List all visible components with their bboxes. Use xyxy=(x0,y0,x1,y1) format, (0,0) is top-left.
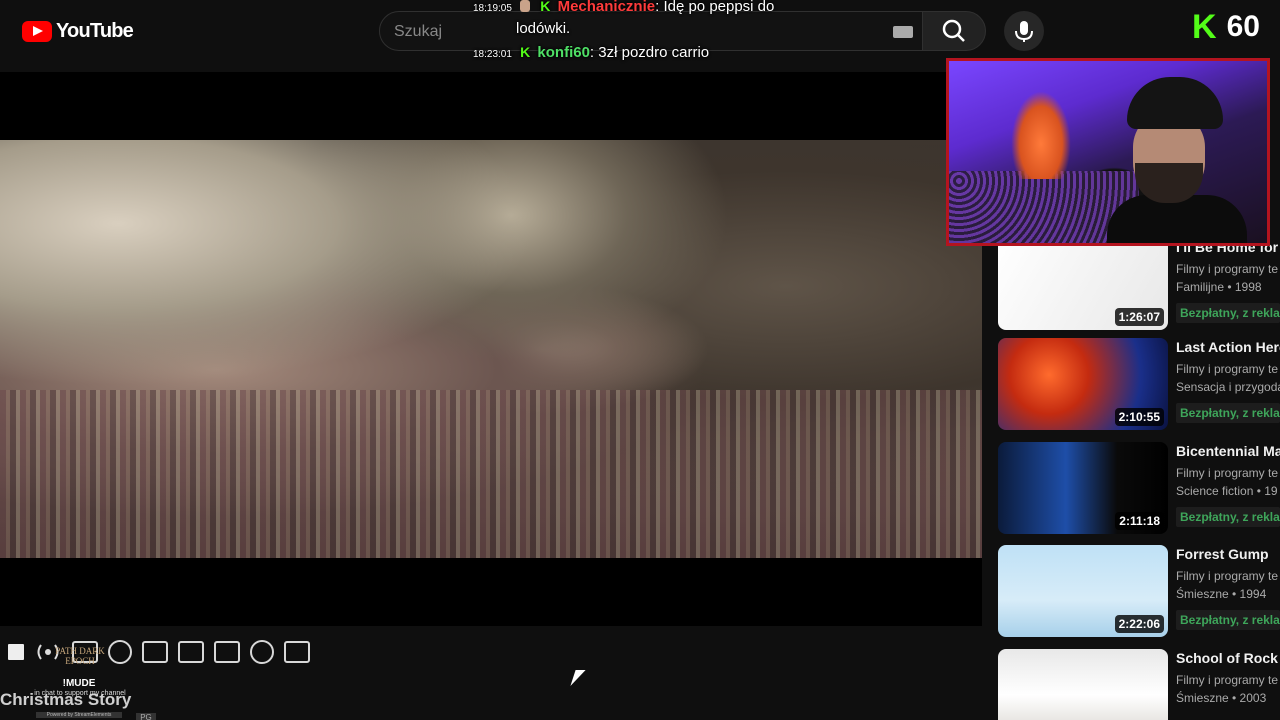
voice-search-button[interactable] xyxy=(1004,11,1044,51)
channel-name[interactable]: Filmy i programy te xyxy=(1176,465,1280,481)
video-duration: 2:10:55 xyxy=(1114,408,1164,426)
free-with-ads-badge: Bezpłatny, z reklan xyxy=(1176,507,1280,527)
widget-logo: PATH DARK EPOCH xyxy=(55,646,105,666)
free-with-ads-badge: Bezpłatny, z reklan xyxy=(1176,610,1280,630)
stop-icon[interactable] xyxy=(8,644,24,660)
search-button[interactable] xyxy=(922,11,986,51)
video-thumbnail[interactable]: 2:22:06 xyxy=(998,545,1168,637)
channel-name[interactable]: Filmy i programy te xyxy=(1176,261,1280,277)
free-with-ads-badge: Bezpłatny, z reklan xyxy=(1176,403,1280,423)
video-title[interactable]: School of Rock xyxy=(1176,649,1280,667)
youtube-logo[interactable]: YouTube xyxy=(22,20,134,43)
microphone-icon xyxy=(1015,21,1033,42)
kick-badge-icon: K xyxy=(520,44,531,60)
video-title[interactable]: Bicentennial Man xyxy=(1176,442,1280,460)
video-thumbnail[interactable]: 1:26:07 xyxy=(998,238,1168,330)
mouse-cursor-icon xyxy=(570,670,586,686)
streamer-webcam xyxy=(946,58,1270,246)
free-with-ads-badge: Bezpłatny, z reklan xyxy=(1176,303,1280,323)
widget-powered-by: Powered by StreamElements xyxy=(36,712,122,718)
channel-name[interactable]: Filmy i programy te xyxy=(1176,361,1280,377)
video-genre: Śmieszne • 2003 xyxy=(1176,691,1267,705)
recommendation-item[interactable]: 2:10:55 Last Action Hero Filmy i program… xyxy=(998,338,1280,430)
screenshot-icon[interactable] xyxy=(250,640,274,664)
video-genre: Sensacja i przygoda xyxy=(1176,380,1280,394)
search-input[interactable] xyxy=(394,21,874,43)
video-genre: Familijne • 1998 xyxy=(1176,280,1262,294)
chat-message: 18:19:05 K Mechanicznie: Idę po peppsi d… xyxy=(473,0,774,15)
recommendation-item[interactable]: 1:26:07 I'll Be Home for C Filmy i progr… xyxy=(998,238,1280,330)
logo-text: YouTube xyxy=(56,20,134,42)
recommendation-item[interactable]: 2:22:06 Forrest Gump Filmy i programy te… xyxy=(998,545,1280,637)
viewer-count: 60 xyxy=(1226,10,1260,43)
keyboard-shortcuts-icon[interactable] xyxy=(284,641,310,663)
kick-badge-icon: K xyxy=(540,0,551,14)
kick-viewer-count: K 60 xyxy=(1192,10,1260,44)
video-title: Christmas Story xyxy=(0,690,132,709)
keyboard-icon[interactable] xyxy=(893,26,913,38)
widget-command: !MUDE xyxy=(62,678,96,689)
video-duration: 2:22:06 xyxy=(1114,615,1164,633)
compare-icon[interactable] xyxy=(178,641,204,663)
youtube-play-icon xyxy=(22,21,52,42)
rating-badge: PG xyxy=(136,713,156,720)
video-duration: 2:11:18 xyxy=(1115,512,1164,530)
video-duration: 1:26:07 xyxy=(1114,308,1164,326)
recommendation-item[interactable]: School of Rock Filmy i programy te Śmies… xyxy=(998,649,1280,720)
video-title[interactable]: Last Action Hero xyxy=(1176,338,1280,356)
channel-name[interactable]: Filmy i programy te xyxy=(1176,568,1280,584)
webcam-streamer xyxy=(1107,77,1247,243)
kick-logo-icon: K xyxy=(1192,8,1217,46)
theater-mode-icon[interactable] xyxy=(214,641,240,663)
video-title[interactable]: Forrest Gump xyxy=(1176,545,1280,563)
chat-text: : 3zł pozdro carrio xyxy=(589,44,710,61)
video-scene-rug xyxy=(0,390,982,558)
chat-username: konfi60 xyxy=(537,44,590,61)
video-genre: Science fiction • 19 xyxy=(1176,484,1278,498)
chat-time: 18:23:01 xyxy=(473,49,512,60)
search-icon xyxy=(942,19,965,42)
chat-text: : Idę po peppsi do xyxy=(655,0,775,15)
chat-text: lodówki. xyxy=(516,20,571,37)
video-thumbnail[interactable]: 2:10:55 xyxy=(998,338,1168,430)
user-avatar-icon xyxy=(520,0,531,12)
video-frame xyxy=(0,140,982,558)
video-thumbnail[interactable] xyxy=(998,649,1168,720)
chat-message: 18:23:01 K konfi60: 3zł pozdro carrio xyxy=(473,44,709,61)
video-genre: Śmieszne • 1994 xyxy=(1176,587,1267,601)
webcam-plush-toy xyxy=(1011,91,1071,179)
chat-username: Mechanicznie xyxy=(557,0,656,15)
channel-name[interactable]: Filmy i programy te xyxy=(1176,672,1280,688)
chat-time: 18:19:05 xyxy=(473,3,512,14)
add-clip-icon[interactable] xyxy=(142,641,168,663)
video-thumbnail[interactable]: 2:11:18 xyxy=(998,442,1168,534)
chat-message-continuation: lodówki. xyxy=(516,20,570,37)
recommendation-item[interactable]: 2:11:18 Bicentennial Man Filmy i program… xyxy=(998,442,1280,534)
